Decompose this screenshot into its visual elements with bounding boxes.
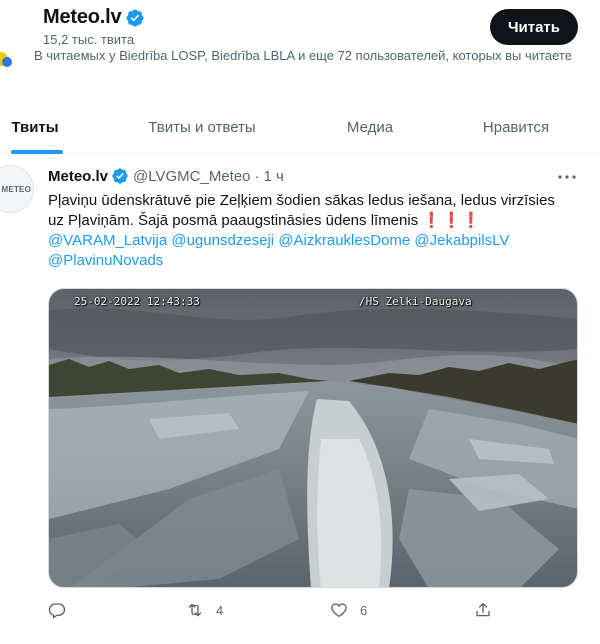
followers-you-know[interactable]: В читаемых у Biedrība LOSP, Biedrība LBL… <box>0 46 600 86</box>
camera-timestamp: 25-02-2022 12:43:33 <box>74 295 200 308</box>
exclamation-emoji: ❗❗❗ <box>422 212 482 229</box>
tweet-author-handle[interactable]: @LVGMC_Meteo <box>133 168 251 185</box>
profile-header: Meteo.lv 15,2 тыс. твита Читать <box>0 0 600 48</box>
mention-link[interactable]: @PlavinuNovads <box>48 252 163 269</box>
verified-badge-icon <box>126 8 144 27</box>
follower-avatar <box>2 57 12 67</box>
camera-overlay: 25-02-2022 12:43:33 /HS Zelki-Daugava <box>49 289 577 311</box>
tweet-count: 15,2 тыс. твита <box>43 32 135 47</box>
retweet-button[interactable]: 4 <box>186 601 223 619</box>
more-options-icon[interactable] <box>555 167 579 187</box>
follow-button[interactable]: Читать <box>490 9 578 45</box>
tweet-text-line: Pļaviņu ūdenskrātuvē pie Zeļķiem šodien … <box>48 192 555 209</box>
retweet-icon <box>188 603 202 617</box>
tweet-author-name[interactable]: Meteo.lv <box>48 168 108 185</box>
tweet-header: Meteo.lv @LVGMC_Meteo · 1 ч <box>48 167 284 185</box>
like-count: 6 <box>360 602 368 618</box>
share-icon <box>476 602 490 617</box>
separator-dot: · <box>254 167 260 185</box>
followers-text: В читаемых у Biedrība LOSP, Biedrība LBL… <box>34 48 572 63</box>
mention-link[interactable]: @AizkrauklesDome <box>278 232 410 249</box>
tab-label: Нравится <box>482 118 550 136</box>
retweet-count: 4 <box>216 602 224 618</box>
tweet-timestamp[interactable]: 1 ч <box>264 168 284 185</box>
tab-tweets-and-replies[interactable]: Твиты и ответы <box>128 100 276 154</box>
tab-label: Твиты и ответы <box>148 118 256 136</box>
tab-likes[interactable]: Нравится <box>470 100 562 154</box>
follower-avatars <box>0 50 14 70</box>
tab-media[interactable]: Медиа <box>330 100 410 154</box>
verified-badge-icon <box>112 168 128 184</box>
reply-icon <box>48 603 66 619</box>
mention-link[interactable]: @JekabpilsLV <box>414 232 509 249</box>
heart-icon <box>331 603 347 618</box>
tab-tweets[interactable]: Твиты <box>0 100 70 154</box>
tweet-text: Pļaviņu ūdenskrātuvē pie Zeļķiem šodien … <box>48 191 580 271</box>
camera-label: /HS Zelki-Daugava <box>359 295 472 308</box>
mention-link[interactable]: @VARAM_Latvija <box>48 232 167 249</box>
tab-label: Твиты <box>11 118 59 136</box>
profile-name: Meteo.lv <box>43 6 122 28</box>
share-button[interactable] <box>474 601 492 619</box>
reply-button[interactable] <box>48 601 78 619</box>
mention-link[interactable]: @ugunsdzeseji <box>171 232 274 249</box>
tweet-actions: 4 6 <box>48 601 580 621</box>
tweet-image[interactable]: 25-02-2022 12:43:33 /HS Zelki-Daugava <box>48 288 578 588</box>
avatar-logo-text: METEO <box>1 184 31 194</box>
tweet[interactable]: METEO Meteo.lv @LVGMC_Meteo · 1 ч Pļaviņ… <box>0 155 600 644</box>
tweet-text-line: uz Pļaviņām. Šajā posmā paaugstināsies ū… <box>48 212 419 229</box>
avatar[interactable]: METEO <box>0 165 34 213</box>
back-area[interactable] <box>0 8 28 44</box>
profile-name-row: Meteo.lv <box>43 6 145 29</box>
profile-tabs: Твиты Твиты и ответы Медиа Нравится <box>0 100 600 154</box>
river-ice-photo <box>49 289 577 587</box>
active-tab-indicator <box>11 150 63 154</box>
like-button[interactable]: 6 <box>330 601 367 619</box>
tab-label: Медиа <box>346 118 394 136</box>
